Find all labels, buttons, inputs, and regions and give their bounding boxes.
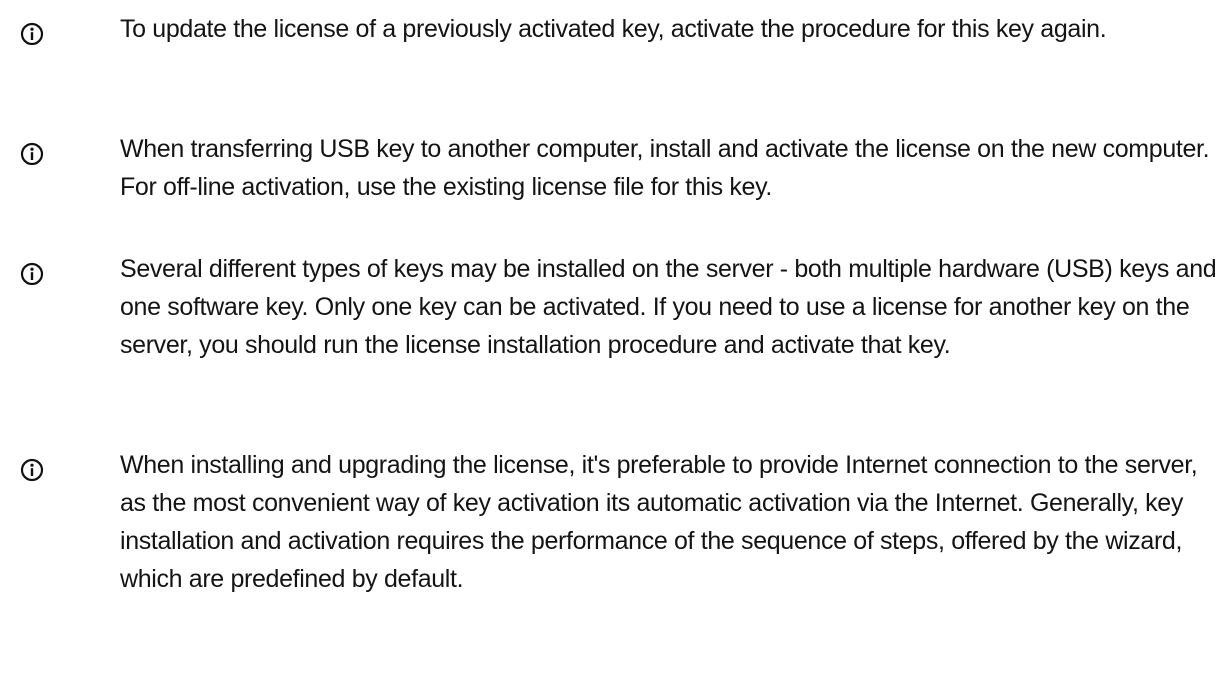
note-text: Several different types of keys may be i… bbox=[120, 255, 1217, 359]
info-icon bbox=[20, 259, 44, 286]
note-text: To update the license of a previously ac… bbox=[120, 15, 1107, 43]
info-icon bbox=[20, 455, 44, 482]
info-icon bbox=[20, 19, 44, 46]
note-text: When installing and upgrading the licens… bbox=[120, 451, 1198, 593]
notes-list: To update the license of a previously ac… bbox=[0, 0, 1227, 697]
note-text: When transferring USB key to another com… bbox=[120, 135, 1210, 201]
info-icon bbox=[20, 139, 44, 166]
